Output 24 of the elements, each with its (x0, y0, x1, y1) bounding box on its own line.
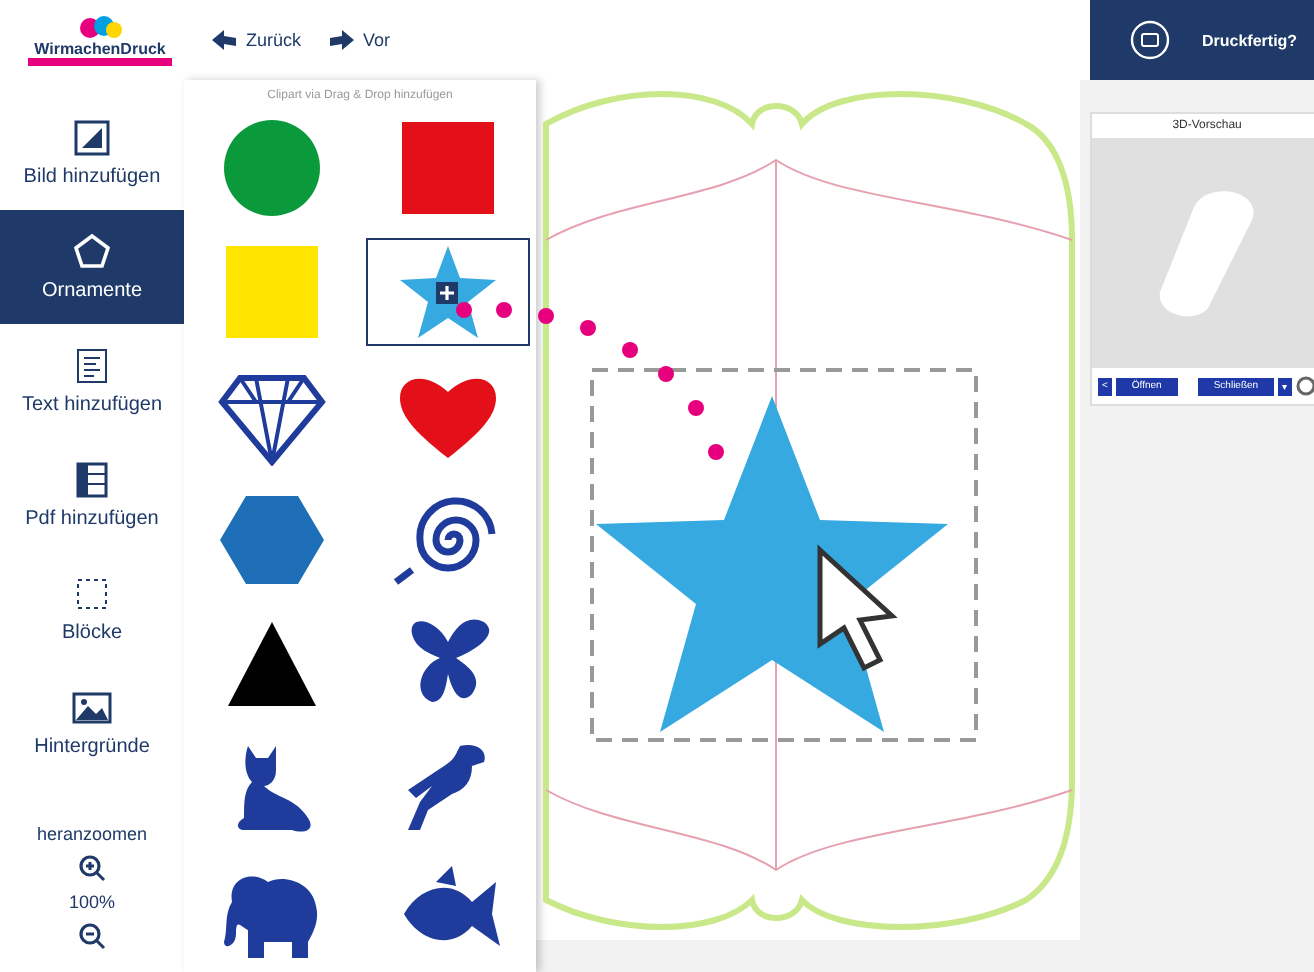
logo-tagline-bar (28, 57, 172, 65)
zoom-out-icon[interactable] (78, 922, 106, 950)
blocks-icon (72, 574, 112, 614)
hexagon-icon (216, 490, 328, 590)
mouse-cursor-icon (817, 544, 898, 672)
text-icon (72, 346, 112, 386)
nav-button[interactable]: Vor (329, 30, 391, 50)
printer-icon (1130, 20, 1170, 60)
forward-arrow-icon (329, 30, 354, 50)
zoom-in-icon[interactable] (78, 854, 106, 882)
zoom-level: 100% (68, 892, 116, 912)
settings-icon[interactable] (1296, 376, 1314, 396)
nav-button[interactable]: Zurück (212, 30, 302, 50)
background-icon (72, 688, 112, 728)
print-ready-button[interactable]: Druckfertig? (1090, 0, 1314, 80)
pentagon-icon (72, 232, 112, 272)
paint-splash-icon (76, 15, 124, 39)
clipart-item[interactable] (364, 236, 532, 348)
image-icon (72, 118, 112, 158)
logo-text: WirmachenDruck (34, 39, 166, 57)
pdf-icon (72, 460, 112, 500)
back-arrow-icon (212, 30, 236, 50)
sidebar-item[interactable]: Ornamente (0, 210, 184, 324)
zoom-label: heranzoomen (36, 824, 148, 844)
